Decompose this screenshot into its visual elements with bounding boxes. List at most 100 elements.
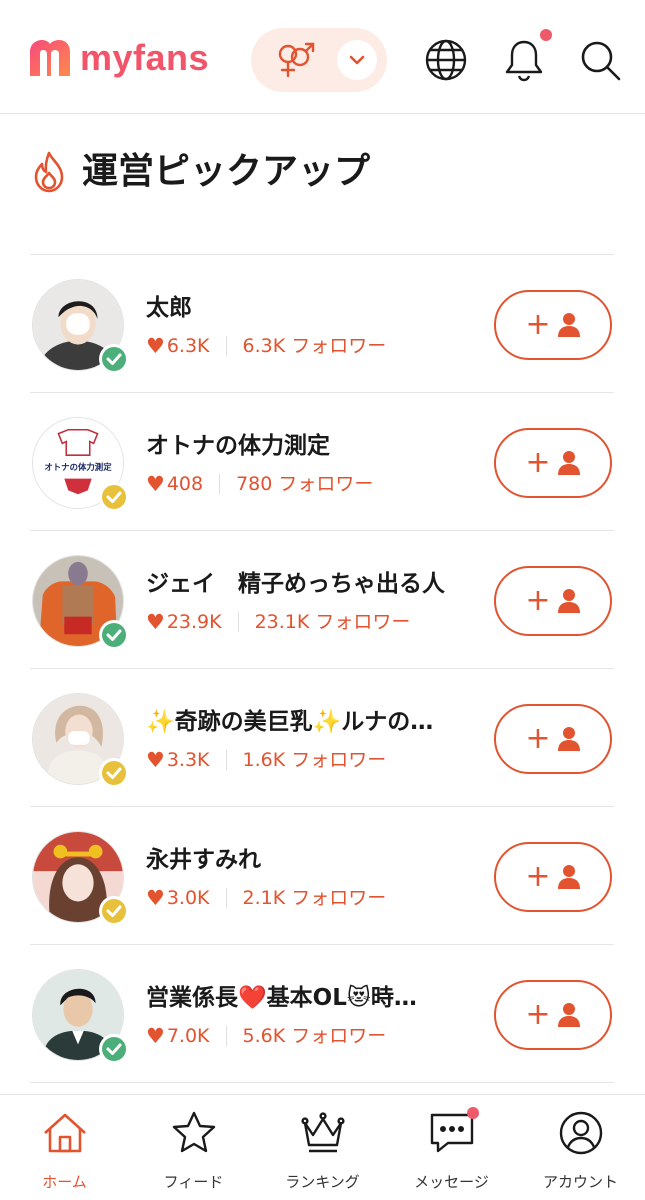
- divider: [225, 1026, 227, 1046]
- chevron-down-button[interactable]: [337, 40, 377, 80]
- plus-icon: +: [525, 445, 551, 480]
- creator-stats: ♥ 408 780 フォロワー: [146, 471, 373, 497]
- add-user-icon: [557, 727, 580, 751]
- bottom-navigation: ホーム フィード ランキング メッセージ アカウント: [0, 1094, 645, 1200]
- creator-name[interactable]: ✨奇跡の美巨乳✨ルナの…: [146, 707, 496, 737]
- logo-text: myfans: [80, 37, 210, 78]
- nav-label: アカウント: [542, 1173, 618, 1191]
- add-user-icon: [557, 313, 580, 337]
- verified-badge-icon: [99, 758, 129, 788]
- heart-icon: ♥: [146, 748, 165, 772]
- account-icon: [559, 1111, 602, 1155]
- creator-stats: ♥ 23.9K 23.1K フォロワー: [146, 609, 410, 635]
- gender-filter-button[interactable]: [251, 28, 387, 92]
- myfans-logo[interactable]: myfans: [26, 38, 209, 78]
- nav-ranking[interactable]: ランキング: [258, 1095, 387, 1200]
- verified-badge-icon: [99, 896, 129, 926]
- nav-label: フィード: [163, 1173, 224, 1191]
- heart-icon: ♥: [146, 334, 165, 358]
- divider: [225, 888, 227, 908]
- nav-feed[interactable]: フィード: [129, 1095, 258, 1200]
- creator-stats: ♥ 6.3K 6.3K フォロワー: [146, 333, 386, 359]
- avatar-container[interactable]: [32, 555, 129, 650]
- list-item[interactable]: ジェイ 精子めっちゃ出る人 ♥ 23.9K 23.1K フォロワー +: [30, 530, 614, 668]
- follow-button[interactable]: +: [494, 842, 612, 912]
- heart-icon: ♥: [146, 1024, 165, 1048]
- section-header: 運営ピックアップ: [30, 148, 370, 196]
- nav-messages[interactable]: メッセージ: [387, 1095, 516, 1200]
- likes-count: 23.9K: [166, 611, 222, 633]
- followers-count: 780: [236, 473, 273, 495]
- nav-label: ランキング: [285, 1173, 360, 1191]
- add-user-icon: [557, 589, 580, 613]
- follow-button[interactable]: +: [494, 566, 612, 636]
- creator-name[interactable]: 太郎: [146, 293, 496, 323]
- app-header: myfans: [0, 0, 645, 114]
- section-title: 運営ピックアップ: [82, 151, 371, 192]
- crown-icon: [300, 1112, 345, 1153]
- avatar-container[interactable]: [32, 693, 129, 788]
- creator-name[interactable]: 営業係長❤️基本OL😻時…: [146, 983, 496, 1013]
- search-icon[interactable]: [578, 38, 622, 82]
- list-item[interactable]: 永井すみれ ♥ 3.0K 2.1K フォロワー +: [30, 806, 614, 944]
- creator-stats: ♥ 7.0K 5.6K フォロワー: [146, 1023, 386, 1049]
- followers-label: フォロワー: [291, 887, 387, 909]
- divider: [225, 336, 227, 356]
- bell-icon[interactable]: [502, 38, 546, 82]
- plus-icon: +: [525, 721, 551, 756]
- globe-icon[interactable]: [424, 38, 468, 82]
- followers-count: 6.3K: [242, 335, 286, 357]
- list-item[interactable]: ✨奇跡の美巨乳✨ルナの… ♥ 3.3K 1.6K フォロワー +: [30, 668, 614, 806]
- avatar-container[interactable]: [32, 279, 129, 400]
- nav-label: ホーム: [42, 1173, 87, 1191]
- home-icon: [43, 1113, 86, 1153]
- divider: [225, 750, 227, 770]
- followers-count: 1.6K: [242, 749, 286, 771]
- message-notification-dot: [467, 1107, 479, 1119]
- creator-name[interactable]: オトナの体力測定: [146, 431, 496, 461]
- add-user-icon: [557, 865, 580, 889]
- flame-icon: [34, 151, 64, 193]
- followers-label: フォロワー: [278, 473, 374, 495]
- followers-count: 23.1K: [254, 611, 310, 633]
- avatar-container[interactable]: [32, 831, 129, 926]
- nav-home[interactable]: ホーム: [0, 1095, 129, 1200]
- list-item[interactable]: オトナの体力測定 オトナの体力測定 ♥ 408 780 フォロワー +: [30, 392, 614, 530]
- gender-symbols-icon: [278, 42, 315, 78]
- list-item[interactable]: 太郎 ♥ 6.3K 6.3K フォロワー +: [30, 254, 614, 400]
- list-divider: [30, 1082, 614, 1083]
- follow-button[interactable]: +: [494, 704, 612, 774]
- followers-label: フォロワー: [291, 749, 387, 771]
- likes-count: 408: [166, 473, 204, 495]
- avatar-container[interactable]: オトナの体力測定: [32, 417, 129, 512]
- add-user-icon: [557, 1003, 580, 1027]
- verified-badge-icon: [99, 482, 129, 512]
- divider: [219, 474, 221, 494]
- follow-button[interactable]: +: [494, 428, 612, 498]
- plus-icon: +: [525, 859, 551, 894]
- verified-badge-icon: [99, 620, 129, 650]
- creator-stats: ♥ 3.3K 1.6K フォロワー: [146, 747, 386, 773]
- likes-count: 7.0K: [166, 1025, 210, 1047]
- plus-icon: +: [525, 997, 551, 1032]
- heart-icon: ♥: [146, 886, 165, 910]
- likes-count: 3.0K: [166, 887, 210, 909]
- creator-list: 太郎 ♥ 6.3K 6.3K フォロワー + オトナの体力測定 オトナの体力測定…: [30, 254, 614, 1083]
- verified-badge-icon: [99, 1034, 129, 1064]
- followers-count: 5.6K: [242, 1025, 286, 1047]
- avatar-container[interactable]: [32, 969, 129, 1064]
- nav-label: メッセージ: [414, 1173, 489, 1191]
- creator-name[interactable]: 永井すみれ: [146, 845, 496, 875]
- heart-icon: ♥: [146, 610, 165, 634]
- notification-dot: [540, 29, 552, 41]
- follow-button[interactable]: +: [494, 290, 612, 360]
- logo-mark-icon: [30, 40, 70, 76]
- plus-icon: +: [525, 583, 551, 618]
- list-item[interactable]: 営業係長❤️基本OL😻時… ♥ 7.0K 5.6K フォロワー +: [30, 944, 614, 1082]
- followers-label: フォロワー: [291, 1025, 387, 1047]
- avatar-text: オトナの体力測定: [44, 462, 112, 472]
- nav-account[interactable]: アカウント: [516, 1095, 645, 1200]
- likes-count: 3.3K: [166, 749, 210, 771]
- follow-button[interactable]: +: [494, 980, 612, 1050]
- creator-name[interactable]: ジェイ 精子めっちゃ出る人: [146, 569, 496, 599]
